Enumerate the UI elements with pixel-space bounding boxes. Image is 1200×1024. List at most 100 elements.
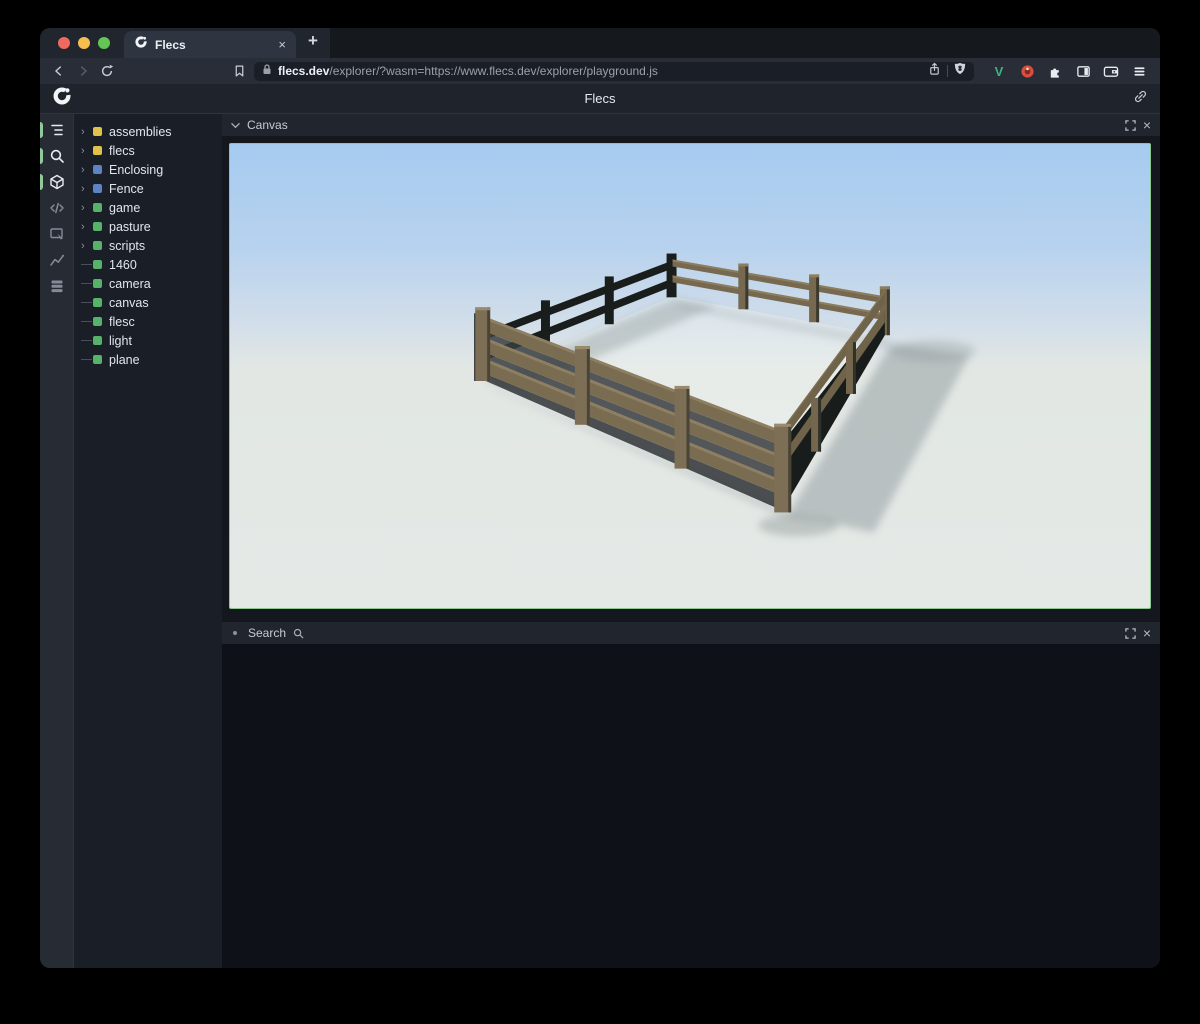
brave-shield-icon[interactable] (954, 62, 966, 80)
active-indicator (40, 174, 43, 190)
extensions-puzzle-icon[interactable] (1046, 63, 1064, 79)
tree-row[interactable]: flesc (74, 312, 222, 331)
entity-label: plane (109, 353, 140, 367)
tree-row[interactable]: light (74, 331, 222, 350)
canvas-panel-header[interactable]: Canvas × (222, 114, 1160, 136)
close-icon[interactable]: × (1143, 626, 1151, 640)
lock-icon (262, 62, 272, 80)
entity-kind-swatch (93, 203, 102, 212)
app-header: Flecs (40, 84, 1160, 114)
entity-label: camera (109, 277, 151, 291)
entity-kind-swatch (93, 222, 102, 231)
search-panel-header[interactable]: Search × (222, 622, 1160, 644)
inspector-icon[interactable] (40, 226, 74, 242)
tree-row[interactable]: › assemblies (74, 122, 222, 141)
expand-arrow-icon[interactable]: › (81, 221, 93, 233)
entity-label: flesc (109, 315, 135, 329)
search-panel-body (222, 644, 1160, 968)
back-icon[interactable] (50, 63, 68, 79)
entity-label: 1460 (109, 258, 137, 272)
expand-arrow-icon[interactable]: › (81, 202, 93, 214)
browser-toolbar: flecs.dev/explorer/?wasm=https://www.fle… (40, 58, 1160, 84)
wallet-icon[interactable] (1102, 63, 1120, 79)
flecs-favicon (134, 35, 148, 54)
zoom-window-button[interactable] (98, 37, 110, 49)
fullscreen-icon[interactable] (1125, 120, 1136, 131)
tree-row[interactable]: › Fence (74, 179, 222, 198)
sidebar-toggle-icon[interactable] (1074, 63, 1092, 79)
tables-icon[interactable] (40, 278, 74, 294)
vue-devtools-icon[interactable]: V (990, 63, 1008, 79)
tab-title: Flecs (155, 38, 269, 52)
tree-row[interactable]: plane (74, 350, 222, 369)
extension-red-icon[interactable] (1018, 63, 1036, 79)
canvas-panel-title: Canvas (247, 118, 288, 132)
link-icon[interactable] (1133, 89, 1148, 109)
reload-icon[interactable] (98, 63, 116, 79)
new-tab-button[interactable]: + (296, 28, 330, 58)
tree-row[interactable]: canvas (74, 293, 222, 312)
entity-kind-swatch (93, 355, 102, 364)
entity-label: Fence (109, 182, 144, 196)
leaf-connector (81, 283, 93, 284)
browser-window: Flecs × + flecs.dev/explorer/?wasm=https… (40, 28, 1160, 968)
entity-label: Enclosing (109, 163, 163, 177)
icon-rail (40, 114, 74, 968)
leaf-connector (81, 359, 93, 360)
expand-arrow-icon[interactable]: › (81, 240, 93, 252)
expand-arrow-icon[interactable]: › (81, 126, 93, 138)
close-window-button[interactable] (58, 37, 70, 49)
entity-label: pasture (109, 220, 151, 234)
stats-chart-icon[interactable] (40, 252, 74, 268)
code-icon[interactable] (40, 200, 74, 216)
expand-arrow-icon[interactable]: › (81, 145, 93, 157)
minimize-window-button[interactable] (78, 37, 90, 49)
share-icon[interactable] (928, 62, 941, 81)
tree-row[interactable]: › Enclosing (74, 160, 222, 179)
chevron-down-icon[interactable] (231, 122, 240, 129)
active-indicator (40, 122, 43, 138)
entity-kind-swatch (93, 165, 102, 174)
tab-bar: Flecs × + (40, 28, 1160, 58)
leaf-connector (81, 340, 93, 341)
tree-row[interactable]: › pasture (74, 217, 222, 236)
tab-strip-empty (330, 28, 1160, 58)
entity-label: scripts (109, 239, 145, 253)
close-icon[interactable]: × (1143, 118, 1151, 132)
entity-kind-swatch (93, 241, 102, 250)
search-panel-title: Search (248, 626, 286, 640)
expand-arrow-icon[interactable]: › (81, 164, 93, 176)
canvas-cube-icon[interactable] (40, 174, 74, 190)
toolbar-right-icons: V (980, 63, 1150, 79)
entity-label: flecs (109, 144, 135, 158)
canvas-wrap (222, 136, 1160, 622)
tree-row[interactable]: › scripts (74, 236, 222, 255)
flecs-explorer-app: Flecs (40, 84, 1160, 968)
url-host: flecs.dev (278, 64, 329, 78)
tree-row[interactable]: › game (74, 198, 222, 217)
forward-icon[interactable] (74, 63, 92, 79)
url-bar[interactable]: flecs.dev/explorer/?wasm=https://www.fle… (254, 62, 974, 81)
tree-row[interactable]: 1460 (74, 255, 222, 274)
panel-bullet-icon[interactable] (233, 631, 237, 635)
tree-row[interactable]: camera (74, 274, 222, 293)
entity-kind-swatch (93, 127, 102, 136)
expand-arrow-icon[interactable]: › (81, 183, 93, 195)
app-body: › assemblies › flecs › Enclosing (40, 114, 1160, 968)
fence-scene (230, 144, 1150, 608)
tree-view-icon[interactable] (40, 122, 74, 138)
urlbar-divider (947, 65, 948, 77)
entity-tree: › assemblies › flecs › Enclosing (74, 114, 222, 968)
magnifier-icon (293, 628, 304, 639)
browser-tab[interactable]: Flecs × (124, 31, 296, 58)
query-search-icon[interactable] (40, 148, 74, 164)
leaf-connector (81, 264, 93, 265)
entity-label: assemblies (109, 125, 172, 139)
fullscreen-icon[interactable] (1125, 628, 1136, 639)
bookmark-icon[interactable] (230, 63, 248, 79)
entity-kind-swatch (93, 298, 102, 307)
canvas-3d-viewport[interactable] (229, 143, 1151, 609)
menu-icon[interactable] (1130, 63, 1148, 79)
tab-close-icon[interactable]: × (276, 38, 288, 51)
tree-row[interactable]: › flecs (74, 141, 222, 160)
